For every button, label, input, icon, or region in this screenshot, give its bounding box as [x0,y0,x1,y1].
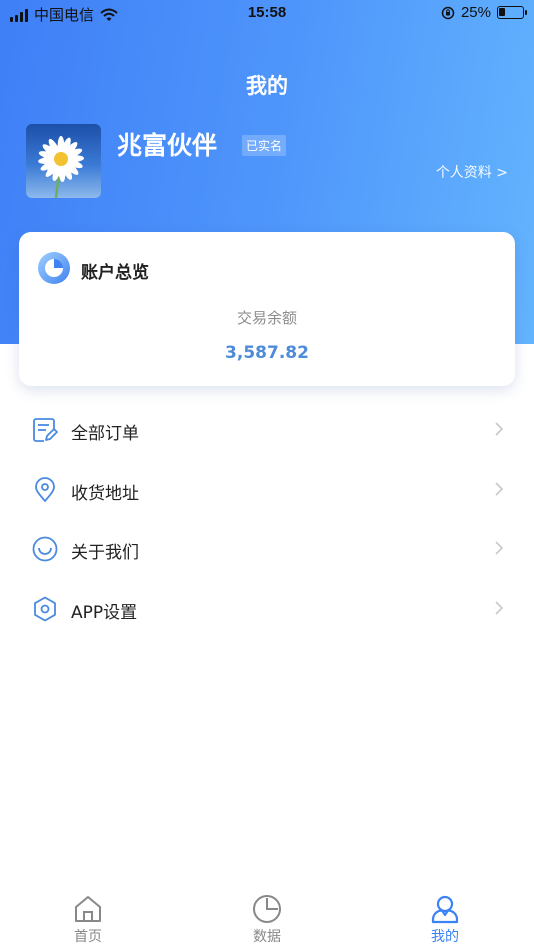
menu-item-all-orders[interactable]: 全部订单 [0,400,534,460]
chevron-right-icon [495,422,504,436]
username: 兆富伙伴 [117,131,218,160]
status-bar: 中国电信 15:58 25% [0,0,534,28]
verified-badge: 已实名 [242,135,287,156]
menu-item-app-settings[interactable]: APP设置 [0,579,534,639]
balance-value: 3,587.82 [225,343,309,363]
pie-chart-icon [253,895,281,923]
menu-item-shipping-address[interactable]: 收货地址 [0,460,534,520]
battery-icon [497,6,527,19]
chevron-right-icon [495,600,504,615]
battery-fill [499,8,505,16]
tab-mine[interactable]: 我的 [405,894,485,946]
balance-label: 交易余额 [236,309,297,327]
menu-label: 全部订单 [71,424,139,444]
daisy-flower-image [38,136,84,198]
menu-item-about-us[interactable]: 关于我们 [0,519,534,579]
menu-label: APP设置 [71,602,138,623]
home-icon [75,896,101,922]
hexagon-settings-icon [34,596,56,621]
chevron-right-icon [495,541,504,555]
account-overview-card: 账户总览 交易余额 3,587.82 [19,232,515,386]
order-list-icon [33,418,58,442]
smile-icon [32,536,58,562]
tab-bar: 首页 数据 我的 [0,890,534,950]
menu-list: 全部订单 收货地址 关于我们 APP设置 [0,400,534,638]
tab-label: 我的 [431,929,459,945]
menu-label: 关于我们 [71,543,139,563]
page-title: 我的 [246,74,288,98]
rotation-lock-icon [441,6,455,19]
chevron-right-icon [495,481,504,496]
tab-label: 数据 [253,929,281,945]
menu-label: 收货地址 [71,483,139,504]
tab-data[interactable]: 数据 [227,894,307,946]
battery-percent: 25% [460,4,491,21]
location-pin-icon [35,476,55,502]
pie-chart-icon [38,252,70,284]
tab-home[interactable]: 首页 [48,894,128,946]
avatar[interactable] [26,124,101,198]
tab-label: 首页 [74,929,102,945]
profile-link[interactable]: 个人资料 > [436,162,508,182]
status-bar-right: 25% [441,4,527,21]
user-icon [431,895,459,924]
card-title: 账户总览 [81,263,149,283]
